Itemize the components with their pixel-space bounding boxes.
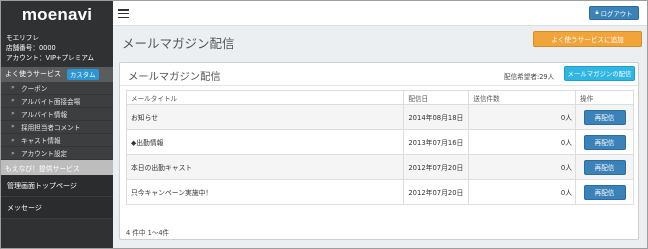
table-row: お知らせ 2014年08月18日 0人 再配信 <box>125 104 634 130</box>
send-count: 0人 <box>468 104 577 130</box>
send-magazine-button[interactable]: メールマガジンの配信 <box>564 66 635 81</box>
sidebar-link-messages[interactable]: メッセージ <box>1 197 113 220</box>
logout-button[interactable]: 🔒︎ ログアウト <box>589 6 639 20</box>
mail-title: 只今キャンペーン実施中！ <box>125 179 405 205</box>
sidebar-link-label: 管理画面トップページ <box>7 181 77 190</box>
table-row: 只今キャンペーン実施中！ 2012年07月20日 0人 再配信 <box>125 179 634 205</box>
chevron-right-icon: » <box>11 97 15 105</box>
mail-title: ◆出勤情報 <box>125 129 405 155</box>
sidebar-item-label: アカウント設定 <box>21 150 68 159</box>
send-date: 2012年07月20日 <box>403 154 470 180</box>
chevron-right-icon: » <box>11 110 15 118</box>
send-date: 2012年07月20日 <box>403 179 470 205</box>
custom-badge-button[interactable]: カスタム <box>67 68 99 80</box>
sidebar-link-label: メッセージ <box>7 203 42 212</box>
column-header: 送信件数 <box>468 90 577 105</box>
resend-button[interactable]: 再配信 <box>583 159 626 175</box>
table-row: ◆出勤情報 2013年07月16日 0人 再配信 <box>125 129 634 155</box>
section-services-header: もえなび！提供サービス <box>1 160 113 176</box>
table-header-row: メールタイトル 配信日 送信件数 操作 <box>125 90 634 105</box>
section-favorites-header: よく使うサービス カスタム <box>1 66 113 82</box>
send-count: 0人 <box>468 129 577 155</box>
hamburger-icon[interactable] <box>118 9 129 19</box>
sidebar-item-label: アルバイト面接会場 <box>21 97 81 106</box>
page-header: メールマガジン配信 よく使うサービスに追加 <box>113 26 647 59</box>
sidebar-item-label: アルバイト情報 <box>21 110 68 119</box>
subscriber-count: 配信希望者:29人 <box>504 73 555 81</box>
action-cell: 再配信 <box>575 179 634 205</box>
user-name: モエリフレ <box>6 34 39 42</box>
column-header: 操作 <box>575 90 634 105</box>
sidebar-link-admin-top[interactable]: 管理画面トップページ <box>1 175 113 198</box>
page-title: メールマガジン配信 <box>122 36 235 51</box>
panel-divider <box>120 85 638 86</box>
resend-button[interactable]: 再配信 <box>583 134 626 150</box>
send-count: 0人 <box>468 154 577 180</box>
account-type: アカウント：VIP+プレミアム <box>6 54 95 63</box>
column-header: メールタイトル <box>125 90 405 105</box>
sidebar-item-label: クーポン <box>21 84 48 93</box>
top-bar: 🔒︎ ログアウト <box>113 1 647 26</box>
sidebar-item-job-info[interactable]: » アルバイト情報 <box>1 107 113 121</box>
chevron-right-icon: » <box>11 84 15 92</box>
sidebar-item-cast-info[interactable]: » キャスト情報 <box>1 133 113 148</box>
send-date: 2014年08月18日 <box>403 104 470 130</box>
resend-button[interactable]: 再配信 <box>583 109 626 125</box>
chevron-right-icon: » <box>11 149 15 157</box>
browser-frame: moenavi モエリフレ 店舗番号：0000 アカウント：VIP+プレミアム … <box>0 0 648 249</box>
table-row: 本日の出勤キャスト 2012年07月20日 0人 再配信 <box>125 154 634 180</box>
sidebar-item-recruiter-comment[interactable]: » 採用担当者コメント <box>1 120 113 134</box>
lock-icon: 🔒︎ <box>595 9 599 16</box>
sidebar-item-label: キャスト情報 <box>21 137 61 146</box>
column-header: 配信日 <box>403 90 470 105</box>
panel-title: メールマガジン配信 <box>128 71 221 83</box>
pagination-info: 4 件中 1～4件 <box>126 229 170 237</box>
sidebar-item-label: 採用担当者コメント <box>21 123 81 132</box>
mail-title: 本日の出勤キャスト <box>125 154 405 180</box>
sidebar-item-interview-venue[interactable]: » アルバイト面接会場 <box>1 94 113 108</box>
chevron-right-icon: » <box>11 123 15 131</box>
mail-magazine-panel: メールマガジン配信 配信希望者:29人 メールマガジンの配信 メールタイトル 配… <box>119 62 639 240</box>
mail-table: メールタイトル 配信日 送信件数 操作 お知らせ 2014年08月18日 0人 … <box>125 90 634 205</box>
sidebar-item-coupon[interactable]: » クーポン <box>1 81 113 95</box>
logout-label: ログアウト <box>600 9 633 18</box>
user-info: モエリフレ 店舗番号：0000 アカウント：VIP+プレミアム <box>1 29 113 67</box>
action-cell: 再配信 <box>575 129 634 155</box>
sidebar: moenavi モエリフレ 店舗番号：0000 アカウント：VIP+プレミアム … <box>1 1 113 248</box>
send-date: 2013年07月16日 <box>403 129 470 155</box>
resend-button[interactable]: 再配信 <box>583 184 626 200</box>
store-number: 店舗番号：0000 <box>6 44 56 53</box>
chevron-right-icon: » <box>11 136 15 144</box>
sidebar-item-account-settings[interactable]: » アカウント設定 <box>1 147 113 161</box>
section-services-label: もえなび！提供サービス <box>5 164 80 173</box>
action-cell: 再配信 <box>575 154 634 180</box>
action-cell: 再配信 <box>575 104 634 130</box>
mail-title: お知らせ <box>125 104 405 130</box>
send-count: 0人 <box>468 179 577 205</box>
add-favorite-button[interactable]: よく使うサービスに追加 <box>533 31 642 47</box>
section-favorites-label: よく使うサービス <box>5 70 61 79</box>
logo[interactable]: moenavi <box>1 1 113 29</box>
